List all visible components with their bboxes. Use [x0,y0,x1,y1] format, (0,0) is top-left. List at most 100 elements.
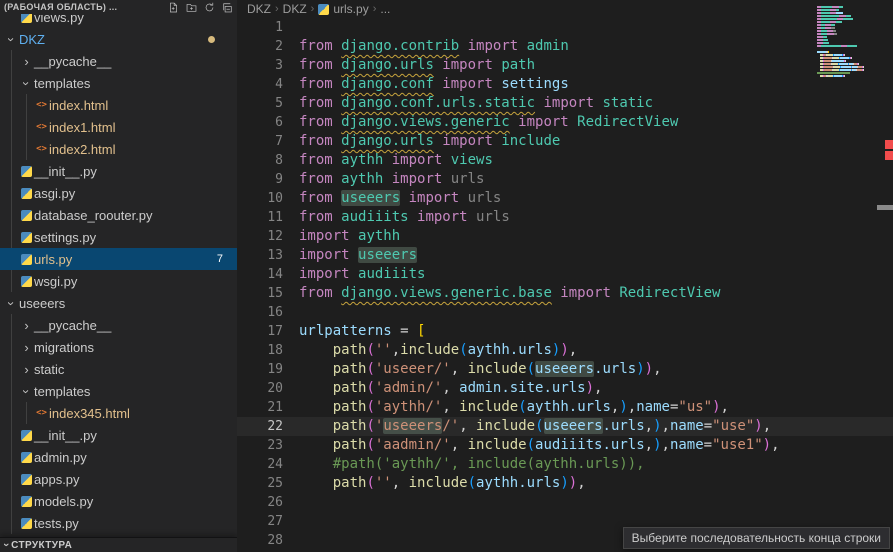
tree-item-templates[interactable]: ›templates [0,380,237,402]
tree-item-index.html[interactable]: <>index.html [0,94,237,116]
modified-dot [208,36,215,43]
line-number: 13 [237,246,283,265]
code-line[interactable]: 4from django.conf import settings [237,75,893,94]
tree-item-migrations[interactable]: ›migrations [0,336,237,358]
code-line[interactable]: 8from aythh import views [237,151,893,170]
tree-item-label: index2.html [49,142,115,157]
code-line[interactable]: 22 path('useeers/', include(useeers.urls… [237,417,893,436]
tree-item-asgi.py[interactable]: asgi.py [0,182,237,204]
line-number: 5 [237,94,283,113]
code-line[interactable]: 13import useeers [237,246,893,265]
code-line[interactable]: 6from django.views.generic import Redire… [237,113,893,132]
code-line[interactable]: 11from audiiits import urls [237,208,893,227]
tree-item-database_roouter.py[interactable]: database_roouter.py [0,204,237,226]
tree-item-index345.html[interactable]: <>index345.html [0,402,237,424]
chevron-down-icon: › [20,384,33,399]
tree-item-index1.html[interactable]: <>index1.html [0,116,237,138]
python-icon [19,254,34,265]
minimap[interactable] [817,3,883,87]
code-line[interactable]: 26 [237,493,893,512]
tree-item-admin.py[interactable]: admin.py [0,446,237,468]
code-line[interactable]: 1 [237,18,893,37]
breadcrumb-item[interactable]: urls.py [333,2,368,16]
line-text: from aythh import views [283,151,493,170]
line-text: from django.conf.urls.static import stat… [283,94,653,113]
tree-item-models.py[interactable]: models.py [0,490,237,512]
tree-item-__init__.py[interactable]: __init__.py [0,424,237,446]
code-line[interactable]: 9from aythh import urls [237,170,893,189]
code-line[interactable]: 16 [237,303,893,322]
scroll-indicator[interactable] [877,205,893,210]
minimap-line [817,9,883,11]
refresh-icon[interactable] [204,2,215,13]
tree-item-urls.py[interactable]: urls.py7 [0,248,237,270]
explorer-section-header[interactable]: (РАБОЧАЯ ОБЛАСТЬ) ... [0,0,237,14]
line-text: path('aythh/', include(aythh.urls,),name… [283,398,729,417]
tree-item-templates[interactable]: ›templates [0,72,237,94]
tree-item-label: index1.html [49,120,115,135]
changes-badge: 7 [217,253,223,265]
code-line[interactable]: 21 path('aythh/', include(aythh.urls,),n… [237,398,893,417]
breadcrumb-item[interactable]: ... [380,2,390,16]
code-line[interactable]: 2from django.contrib import admin [237,37,893,56]
tree-item-apps.py[interactable]: apps.py [0,468,237,490]
code-line[interactable]: 20 path('admin/', admin.site.urls), [237,379,893,398]
explorer-actions [168,2,233,13]
minimap-line [817,60,883,62]
minimap-line [817,21,883,23]
code-line[interactable]: 14import audiiits [237,265,893,284]
breadcrumb-separator: › [311,3,315,15]
code-line[interactable]: 18 path('',include(aythh.urls)), [237,341,893,360]
code-line[interactable]: 15from django.views.generic.base import … [237,284,893,303]
tree-item-label: tests.py [34,516,79,531]
code-line[interactable]: 10from useeers import urls [237,189,893,208]
code-area[interactable]: 12from django.contrib import admin3from … [237,18,893,550]
outline-label: СТРУКТУРА [11,540,72,551]
tree-item-settings.py[interactable]: settings.py [0,226,237,248]
tree-item-__pycache__[interactable]: ›__pycache__ [0,50,237,72]
tree-item-__pycache__[interactable]: ›__pycache__ [0,314,237,336]
line-text: path('aadmin/', include(audiiits.urls,),… [283,436,780,455]
tree-item-static[interactable]: ›static [0,358,237,380]
code-line[interactable]: 3from django.urls import path [237,56,893,75]
breadcrumb-item[interactable]: DKZ [283,2,307,16]
tree-item-label: static [34,362,64,377]
line-number: 7 [237,132,283,151]
line-number: 19 [237,360,283,379]
new-folder-icon[interactable] [186,2,197,13]
collapse-folders-icon[interactable] [222,2,233,13]
chevron-down-icon: › [5,32,18,47]
code-line[interactable]: 24 #path('aythh/', include(aythh.urls)), [237,455,893,474]
code-line[interactable]: 23 path('aadmin/', include(audiiits.urls… [237,436,893,455]
error-mark [885,151,893,160]
breadcrumb: DKZ›DKZ›urls.py›... [237,0,893,18]
tree-item-__init__.py[interactable]: __init__.py [0,160,237,182]
tree-item-index2.html[interactable]: <>index2.html [0,138,237,160]
code-line[interactable]: 25 path('', include(aythh.urls)), [237,474,893,493]
code-line[interactable]: 5from django.conf.urls.static import sta… [237,94,893,113]
code-line[interactable]: 7from django.urls import include [237,132,893,151]
tree-item-views.py[interactable]: views.py [0,14,237,28]
line-number: 11 [237,208,283,227]
code-line[interactable]: 19 path('useeer/', include(useeers.urls)… [237,360,893,379]
chevron-down-icon: › [5,296,18,311]
new-file-icon[interactable] [168,2,179,13]
tree-item-tests.py[interactable]: tests.py [0,512,237,534]
tree-item-wsgi.py[interactable]: wsgi.py [0,270,237,292]
tree-item-DKZ[interactable]: ›DKZ [0,28,237,50]
tree-item-label: __pycache__ [34,318,111,333]
python-icon [19,496,34,507]
line-text: from django.urls import include [283,132,560,151]
code-line[interactable]: 17urlpatterns = [ [237,322,893,341]
line-number: 28 [237,531,283,550]
vscode-window: (РАБОЧАЯ ОБЛАСТЬ) ... vie [0,0,893,552]
python-icon [19,474,34,485]
breadcrumb-item[interactable]: DKZ [247,2,271,16]
line-number: 8 [237,151,283,170]
statusbar-tooltip: Выберите последовательность конца строки [623,527,890,549]
code-line[interactable]: 12import aythh [237,227,893,246]
outline-section-header[interactable]: › СТРУКТУРА [0,537,237,552]
python-icon [19,452,34,463]
line-number: 4 [237,75,283,94]
tree-item-useeers[interactable]: ›useeers [0,292,237,314]
